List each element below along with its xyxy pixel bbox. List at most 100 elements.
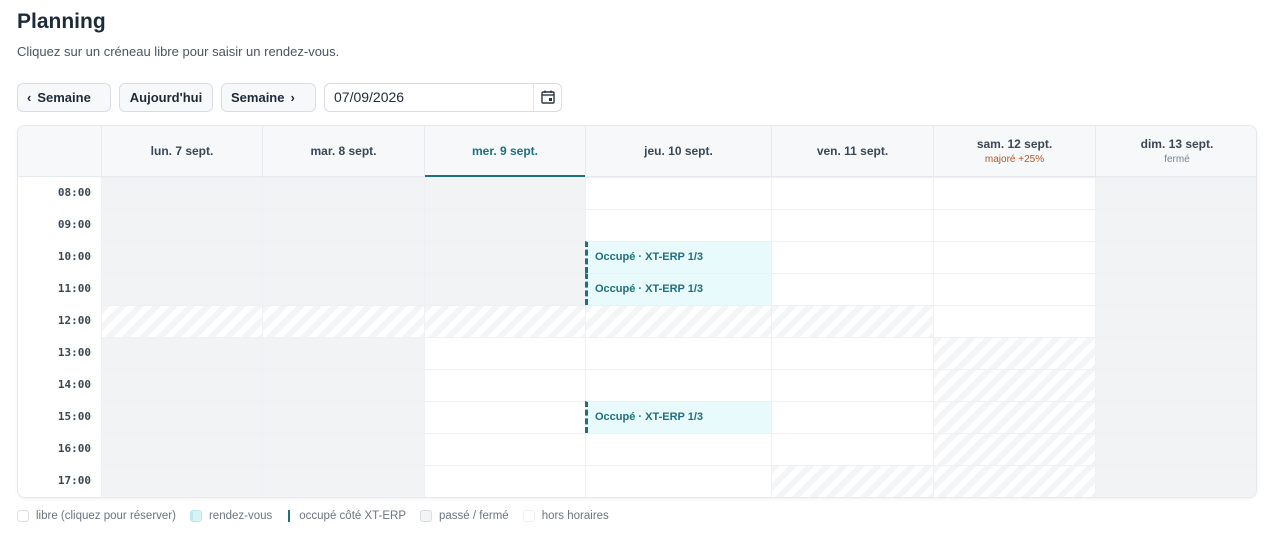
slot-closed bbox=[1095, 241, 1256, 273]
slot-free[interactable] bbox=[424, 369, 585, 401]
slot-past bbox=[262, 369, 424, 401]
slot-off bbox=[771, 465, 933, 497]
date-picker bbox=[324, 82, 562, 112]
week-calendar: lun. 7 sept. mar. 8 sept. mer. 9 sept. jeu.… bbox=[17, 125, 1257, 498]
slot-free[interactable] bbox=[771, 433, 933, 465]
today-label: Aujourd'hui bbox=[129, 89, 203, 105]
time-label: 17:00 bbox=[57, 474, 91, 487]
busy-label: Occupé · XT-ERP 1/3 bbox=[595, 251, 704, 263]
slot-free[interactable] bbox=[424, 465, 585, 497]
slot-past bbox=[101, 273, 262, 305]
slot-past bbox=[262, 241, 424, 273]
slot-past bbox=[101, 177, 262, 209]
slot-free[interactable] bbox=[585, 209, 771, 241]
time-label: 08:00 bbox=[57, 186, 91, 199]
slot-off bbox=[262, 305, 424, 337]
time-label: 09:00 bbox=[57, 218, 91, 231]
calendar-icon bbox=[540, 90, 555, 104]
slot-free[interactable] bbox=[424, 337, 585, 369]
time-label: 16:00 bbox=[57, 442, 91, 455]
next-week-label: Semaine bbox=[231, 89, 285, 105]
slot-past bbox=[101, 433, 262, 465]
slot-closed bbox=[1095, 401, 1256, 433]
day-note: majoré +25% bbox=[984, 154, 1045, 165]
slot-past bbox=[262, 433, 424, 465]
chevron-left-icon: ‹ bbox=[27, 89, 32, 105]
slot-off bbox=[933, 401, 1095, 433]
slot-free[interactable] bbox=[585, 369, 771, 401]
legend-swatch-rdv bbox=[189, 510, 202, 522]
slot-free[interactable] bbox=[771, 273, 933, 305]
page-title: Planning bbox=[17, 10, 106, 33]
slot-free[interactable] bbox=[585, 465, 771, 497]
legend-swatch-past bbox=[420, 510, 433, 522]
prev-week-button[interactable]: ‹ Semaine bbox=[17, 82, 111, 112]
time-label: 11:00 bbox=[57, 282, 91, 295]
next-week-button[interactable]: Semaine › bbox=[221, 82, 316, 112]
slot-free[interactable] bbox=[771, 209, 933, 241]
day-note: fermé bbox=[1164, 154, 1190, 165]
slot-closed bbox=[1095, 433, 1256, 465]
calendar-button[interactable] bbox=[533, 83, 561, 111]
slot-past bbox=[101, 465, 262, 497]
date-input[interactable] bbox=[325, 83, 533, 111]
slot-free[interactable] bbox=[933, 177, 1095, 209]
legend-item-ext: occupé côté XT-ERP bbox=[286, 510, 406, 522]
slot-past bbox=[101, 337, 262, 369]
slot-free[interactable] bbox=[933, 241, 1095, 273]
day-header-3: jeu. 10 sept. bbox=[585, 126, 771, 176]
slot-past bbox=[101, 209, 262, 241]
slot-busy: Occupé · XT-ERP 1/3 bbox=[585, 241, 771, 273]
day-header-1: mar. 8 sept. bbox=[262, 126, 424, 176]
page-subtitle: Cliquez sur un créneau libre pour saisir… bbox=[17, 44, 340, 59]
slot-free[interactable] bbox=[933, 209, 1095, 241]
slot-free[interactable] bbox=[771, 177, 933, 209]
day-header-2: mer. 9 sept. bbox=[424, 126, 585, 177]
slot-free[interactable] bbox=[424, 433, 585, 465]
slot-free[interactable] bbox=[771, 369, 933, 401]
day-label: dim. 13 sept. bbox=[1140, 137, 1214, 151]
slot-free[interactable] bbox=[585, 433, 771, 465]
slot-free[interactable] bbox=[933, 273, 1095, 305]
day-header-4: ven. 11 sept. bbox=[771, 126, 933, 176]
slot-closed bbox=[1095, 273, 1256, 305]
slot-off bbox=[933, 337, 1095, 369]
legend-label-rdv: rendez-vous bbox=[208, 510, 273, 522]
slot-free[interactable] bbox=[771, 241, 933, 273]
legend-label-free: libre (cliquez pour réserver) bbox=[36, 510, 176, 522]
slot-past bbox=[101, 369, 262, 401]
legend-label-off: hors horaires bbox=[541, 510, 609, 522]
slot-past bbox=[262, 337, 424, 369]
slot-closed bbox=[1095, 209, 1256, 241]
slot-past bbox=[262, 273, 424, 305]
time-label: 12:00 bbox=[57, 314, 91, 327]
time-label: 15:00 bbox=[57, 410, 91, 423]
slot-off bbox=[424, 305, 585, 337]
legend-item-free: libre (cliquez pour réserver) bbox=[17, 510, 176, 522]
slot-free[interactable] bbox=[585, 177, 771, 209]
slot-free[interactable] bbox=[771, 401, 933, 433]
day-label: lun. 7 sept. bbox=[150, 144, 214, 158]
slot-closed bbox=[1095, 337, 1256, 369]
slot-free[interactable] bbox=[585, 337, 771, 369]
slot-free[interactable] bbox=[771, 337, 933, 369]
slot-free[interactable] bbox=[424, 401, 585, 433]
slot-past bbox=[101, 401, 262, 433]
slot-off bbox=[771, 305, 933, 337]
day-header-0: lun. 7 sept. bbox=[101, 126, 262, 176]
slot-closed bbox=[1095, 465, 1256, 497]
legend-label-ext: occupé côté XT-ERP bbox=[299, 510, 407, 522]
legend: libre (cliquez pour réserver) rendez-vou… bbox=[17, 510, 609, 522]
day-header-6: dim. 13 sept. fermé bbox=[1095, 126, 1256, 176]
slot-closed bbox=[1095, 177, 1256, 209]
slot-off bbox=[101, 305, 262, 337]
slot-free[interactable] bbox=[933, 305, 1095, 337]
day-label: mar. 8 sept. bbox=[310, 144, 377, 158]
today-button[interactable]: Aujourd'hui bbox=[119, 82, 213, 112]
legend-swatch-ext bbox=[286, 510, 292, 522]
slot-past bbox=[424, 209, 585, 241]
slot-off bbox=[933, 433, 1095, 465]
day-header-5: sam. 12 sept. majoré +25% bbox=[933, 126, 1095, 176]
chevron-right-icon: › bbox=[290, 89, 295, 105]
legend-item-past: passé / fermé bbox=[420, 510, 509, 522]
